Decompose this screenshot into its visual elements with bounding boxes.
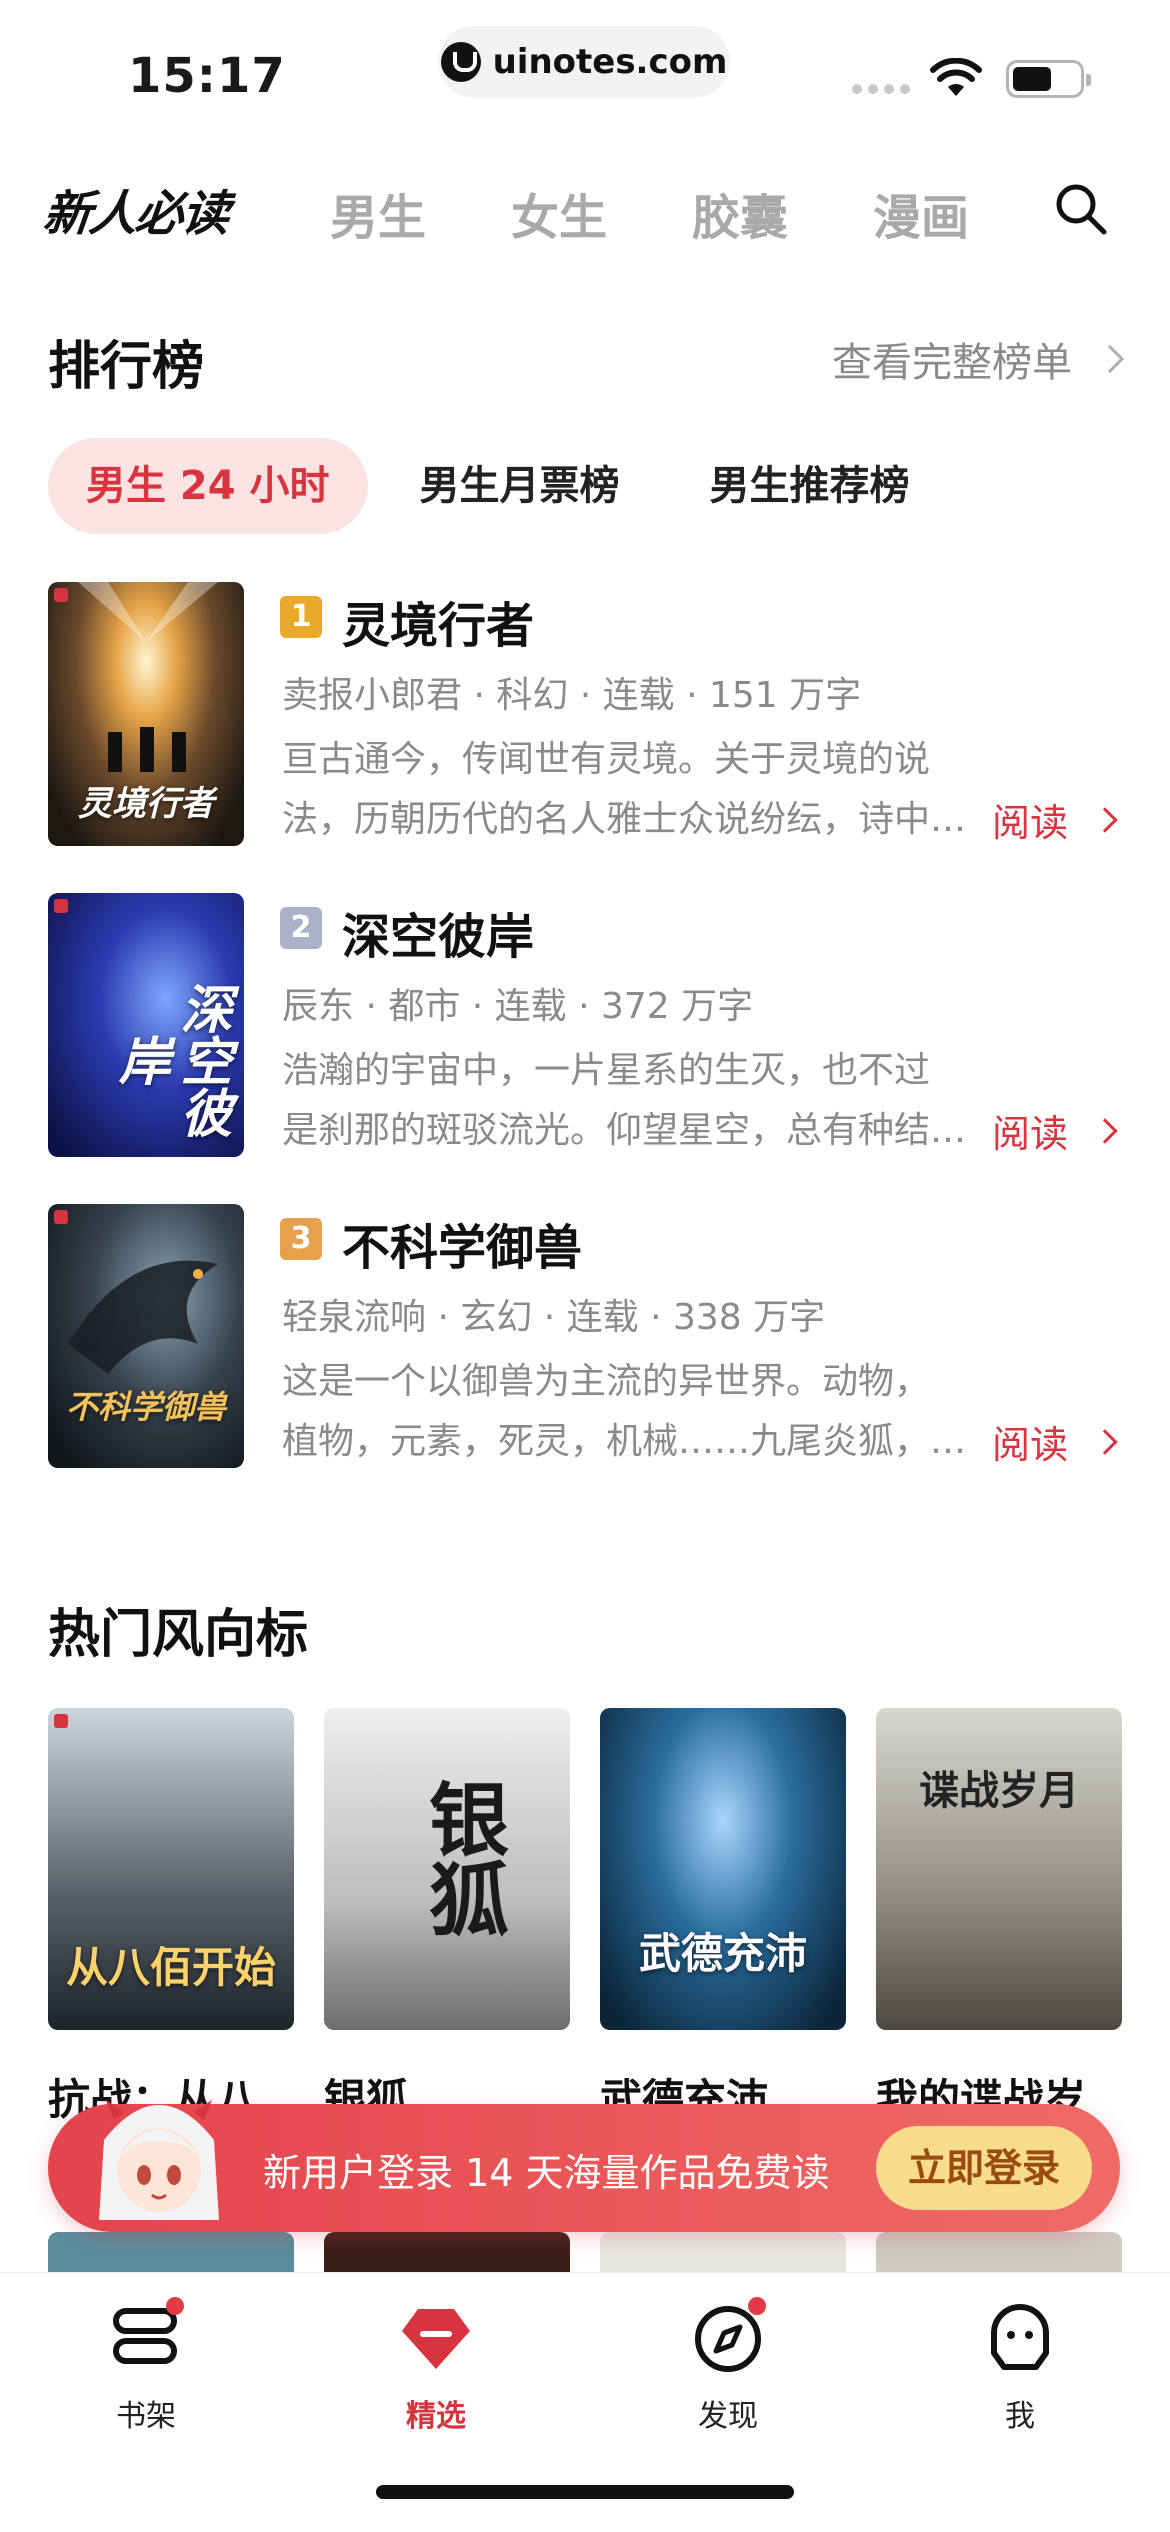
description-line: 浩瀚的宇宙中，一片星系的生灭，也不过 (282, 1050, 931, 1091)
publisher-tag-icon (54, 899, 68, 913)
tab-label: 我 (1005, 2399, 1035, 2434)
tab-male-monthly[interactable]: 男生月票榜 (382, 438, 658, 534)
description-line: 这是一个以御兽为主流的异世界。动物， (282, 1361, 931, 1402)
book-cover[interactable]: 银狐 (324, 1708, 570, 2030)
ranking-item-3[interactable]: 不科学御兽 3 不科学御兽 轻泉流响 · 玄幻 · 连载 · 338 万字 这是… (48, 1204, 1122, 1468)
book-cover[interactable]: 不科学御兽 (48, 1204, 244, 1468)
chevron-right-icon (1092, 1428, 1118, 1455)
see-all-link[interactable]: 查看完整榜单 (832, 330, 1125, 388)
featured-gem-icon (396, 2297, 476, 2377)
search-icon[interactable] (1052, 180, 1108, 236)
see-all-label: 查看完整榜单 (832, 340, 1072, 386)
book-title[interactable]: 灵境行者 (342, 586, 534, 656)
cover-title: 从八佰开始 (65, 1943, 276, 1992)
login-button[interactable]: 立即登录 (876, 2126, 1092, 2210)
rank-badge: 2 (280, 907, 322, 949)
tab-brand-logo[interactable]: 新人必读 (40, 174, 231, 244)
cover-title: 深空彼岸 (109, 982, 231, 1138)
url-text: uinotes.com (492, 42, 728, 82)
tab-comics[interactable]: 漫画 (873, 178, 969, 248)
hot-section-title: 热门风向标 (48, 1605, 309, 1665)
publisher-tag-icon (54, 1714, 68, 1728)
hot-book-card[interactable]: 从八佰开始 抗战：从八 (48, 1708, 294, 2127)
book-meta: 卖报小郎君 · 科幻 · 连载 · 151 万字 (282, 675, 862, 716)
url-pill[interactable]: uinotes.com (438, 26, 730, 98)
profile-icon (980, 2297, 1060, 2377)
read-label: 阅读 (991, 1112, 1068, 1156)
notification-dot (166, 2297, 184, 2315)
banner-text: 新用户登录 14 天海量作品免费读 (263, 2151, 830, 2195)
ranking-item-1[interactable]: 灵境行者 1 灵境行者 卖报小郎君 · 科幻 · 连载 · 151 万字 亘古通… (48, 582, 1122, 846)
signal-icon (852, 84, 910, 94)
tab-discover[interactable]: 发现 (648, 2297, 808, 2435)
read-label: 阅读 (991, 801, 1068, 845)
battery-icon (1006, 60, 1091, 98)
rank-badge: 3 (280, 1218, 322, 1260)
tab-me[interactable]: 我 (940, 2297, 1100, 2435)
book-cover[interactable]: 谍战岁月 (876, 1708, 1122, 2030)
compass-icon (688, 2297, 768, 2377)
read-button[interactable]: 阅读 (991, 1103, 1118, 1158)
read-button[interactable]: 阅读 (991, 792, 1118, 847)
tab-male-24h[interactable]: 男生 24 小时 (48, 438, 368, 534)
description-line: 亘古通今，传闻世有灵境。关于灵境的说 (282, 739, 931, 780)
site-logo-icon (440, 42, 481, 82)
tab-female[interactable]: 女生 (511, 178, 607, 248)
wifi-icon (930, 58, 982, 96)
hot-book-card[interactable]: 武德充沛 武德充沛 (600, 1708, 846, 2127)
status-bar: 15:17 uinotes.com (0, 0, 1170, 140)
tab-label: 发现 (698, 2399, 758, 2434)
tab-label: 精选 (406, 2399, 466, 2434)
book-cover[interactable]: 灵境行者 (48, 582, 244, 846)
book-title[interactable]: 深空彼岸 (342, 897, 534, 967)
top-nav: 新人必读 男生 女生 胶囊 漫画 (0, 160, 1170, 250)
ranking-item-2[interactable]: 深空彼岸 2 深空彼岸 辰东 · 都市 · 连载 · 372 万字 浩瀚的宇宙中… (48, 893, 1122, 1157)
tab-label: 书架 (116, 2399, 176, 2434)
book-meta: 辰东 · 都市 · 连载 · 372 万字 (282, 986, 754, 1027)
tab-bookshelf[interactable]: 书架 (66, 2297, 226, 2435)
bookshelf-icon (106, 2297, 186, 2377)
ranking-title: 排行榜 (48, 337, 205, 397)
book-meta: 轻泉流响 · 玄幻 · 连载 · 338 万字 (282, 1297, 826, 1338)
book-cover[interactable]: 从八佰开始 (48, 1708, 294, 2030)
book-cover[interactable] (324, 2232, 570, 2272)
chevron-right-icon (1092, 1117, 1118, 1144)
book-cover[interactable] (600, 2232, 846, 2272)
tab-capsule[interactable]: 胶囊 (692, 178, 788, 248)
book-cover[interactable]: 深空彼岸 (48, 893, 244, 1157)
rank-badge: 1 (280, 596, 322, 638)
ranking-tabs: 男生 24 小时 男生月票榜 男生推荐榜 (48, 438, 962, 534)
tab-male[interactable]: 男生 (330, 178, 426, 248)
description-line: 是刹那的斑驳流光。仰望星空，总有种结… (282, 1110, 967, 1151)
cover-dragon-art (68, 1260, 218, 1374)
chevron-right-icon (1092, 806, 1118, 833)
read-label: 阅读 (991, 1423, 1068, 1467)
book-description: 亘古通今，传闻世有灵境。关于灵境的说 法，历朝历代的名人雅士众说纷纭，诗中… (282, 730, 982, 850)
home-indicator (376, 2485, 794, 2499)
cover-title: 灵境行者 (78, 784, 214, 824)
book-title[interactable]: 不科学御兽 (342, 1208, 582, 1278)
cover-title: 武德充沛 (638, 1929, 807, 1978)
cover-title: 不科学御兽 (65, 1388, 226, 1426)
mascot-avatar (99, 2100, 219, 2220)
book-description: 浩瀚的宇宙中，一片星系的生灭，也不过 是刹那的斑驳流光。仰望星空，总有种结… (282, 1041, 982, 1161)
hot-book-card[interactable]: 谍战岁月 我的谍战岁 (876, 1708, 1122, 2127)
hot-book-card[interactable]: 银狐 银狐 (324, 1708, 570, 2127)
battery-fill (1013, 67, 1052, 91)
tab-featured[interactable]: 精选 (356, 2297, 516, 2435)
cover-title: 谍战岁月 (919, 1768, 1079, 1814)
login-promo-banner[interactable]: 新用户登录 14 天海量作品免费读 立即登录 (48, 2100, 1120, 2232)
cover-title: 银狐 (416, 1778, 509, 1938)
notification-dot (748, 2297, 766, 2315)
description-line: 法，历朝历代的名人雅士众说纷纭，诗中… (282, 799, 967, 840)
read-button[interactable]: 阅读 (991, 1414, 1118, 1469)
tab-male-recommend[interactable]: 男生推荐榜 (672, 438, 948, 534)
chevron-right-icon (1095, 344, 1125, 374)
description-line: 植物，元素，死灵，机械……九尾炎狐，… (282, 1421, 967, 1462)
status-time: 15:17 (128, 48, 286, 104)
book-cover[interactable]: 武德充沛 (600, 1708, 846, 2030)
book-description: 这是一个以御兽为主流的异世界。动物， 植物，元素，死灵，机械……九尾炎狐，… (282, 1352, 982, 1472)
book-cover[interactable] (876, 2232, 1122, 2272)
bottom-tab-bar: 书架 精选 发现 我 (0, 2272, 1170, 2532)
